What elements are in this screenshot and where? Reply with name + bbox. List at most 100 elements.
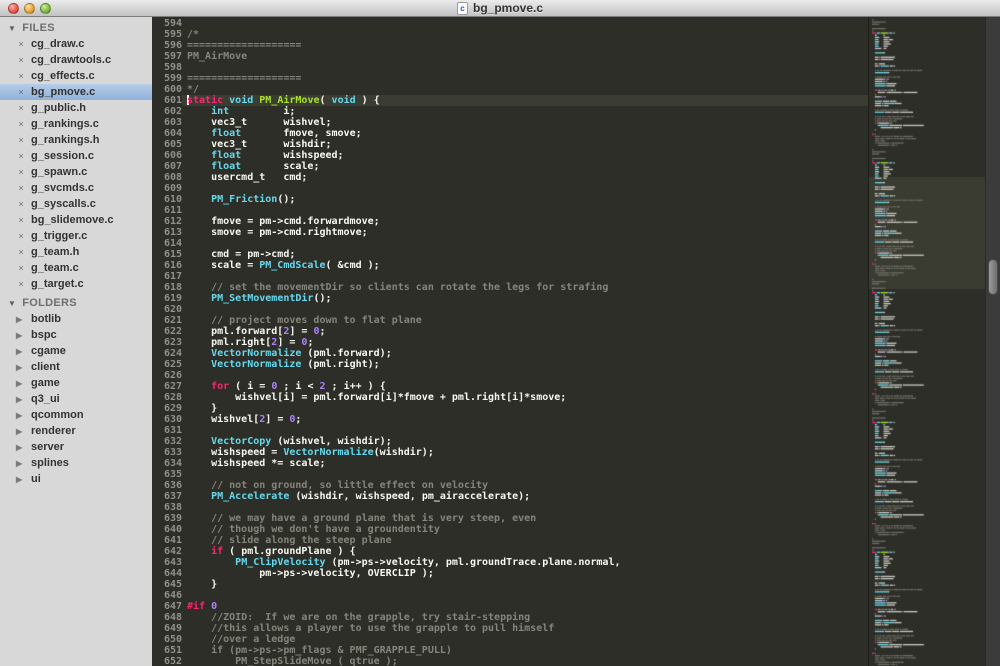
code-line[interactable]: 651 if (pm->ps->pm_flags & PMF_GRAPPLE_P… <box>152 645 868 656</box>
folders-section-header[interactable]: ▼ FOLDERS <box>0 295 152 311</box>
sidebar-file-item[interactable]: ×g_spawn.c <box>0 164 152 180</box>
sidebar-folder-item[interactable]: ▶botlib <box>0 311 152 327</box>
code-line[interactable]: 650 //over a ledge <box>152 634 868 645</box>
code-line[interactable]: 607 float scale; <box>152 161 868 172</box>
code-line[interactable]: 647#if 0 <box>152 601 868 612</box>
close-icon[interactable] <box>8 3 19 14</box>
sidebar-folder-item[interactable]: ▶server <box>0 439 152 455</box>
sidebar-file-item[interactable]: ×bg_slidemove.c <box>0 212 152 228</box>
code-line[interactable]: 644 pm->ps->velocity, OVERCLIP ); <box>152 568 868 579</box>
code-line[interactable]: 623 pml.right[2] = 0; <box>152 337 868 348</box>
code-line[interactable]: 652 PM_StepSlideMove ( qtrue ); <box>152 656 868 666</box>
sidebar-file-item[interactable]: ×g_target.c <box>0 276 152 292</box>
code-line[interactable]: 637 PM_Accelerate (wishdir, wishspeed, p… <box>152 491 868 502</box>
sidebar-folder-item[interactable]: ▶bspc <box>0 327 152 343</box>
code-line[interactable]: 601static void PM_AirMove( void ) { <box>152 95 868 106</box>
close-file-icon[interactable]: × <box>17 119 25 129</box>
sidebar-file-item[interactable]: ×g_rankings.c <box>0 116 152 132</box>
code-line[interactable]: 639 // we may have a ground plane that i… <box>152 513 868 524</box>
code-line[interactable]: 594 <box>152 18 868 29</box>
code-line[interactable]: 598 <box>152 62 868 73</box>
code-line[interactable]: 638 <box>152 502 868 513</box>
code-line[interactable]: 641 // slide along the steep plane <box>152 535 868 546</box>
code-line[interactable]: 622 pml.forward[2] = 0; <box>152 326 868 337</box>
code-line[interactable]: 643 PM_ClipVelocity (pm->ps->velocity, p… <box>152 557 868 568</box>
sidebar-file-item[interactable]: ×g_svcmds.c <box>0 180 152 196</box>
code-line[interactable]: 620 <box>152 304 868 315</box>
code-line[interactable]: 615 cmd = pm->cmd; <box>152 249 868 260</box>
sidebar-file-item[interactable]: ×cg_effects.c <box>0 68 152 84</box>
close-file-icon[interactable]: × <box>17 183 25 193</box>
code-line[interactable]: 635 <box>152 469 868 480</box>
code-line[interactable]: 632 VectorCopy (wishvel, wishdir); <box>152 436 868 447</box>
close-file-icon[interactable]: × <box>17 55 25 65</box>
code-line[interactable]: 595/* <box>152 29 868 40</box>
sidebar-folder-item[interactable]: ▶renderer <box>0 423 152 439</box>
code-line[interactable]: 605 vec3_t wishdir; <box>152 139 868 150</box>
code-line[interactable]: 612 fmove = pm->cmd.forwardmove; <box>152 216 868 227</box>
close-file-icon[interactable]: × <box>17 247 25 257</box>
sidebar-file-item[interactable]: ×g_public.h <box>0 100 152 116</box>
code-line[interactable]: 649 //this allows a player to use the gr… <box>152 623 868 634</box>
sidebar-file-item[interactable]: ×g_team.h <box>0 244 152 260</box>
code-line[interactable]: 634 wishspeed *= scale; <box>152 458 868 469</box>
sidebar-folder-item[interactable]: ▶q3_ui <box>0 391 152 407</box>
code-line[interactable]: 619 PM_SetMovementDir(); <box>152 293 868 304</box>
vertical-scrollbar-track[interactable] <box>985 17 1000 666</box>
code-line[interactable]: 645 } <box>152 579 868 590</box>
code-line[interactable]: 599=================== <box>152 73 868 84</box>
code-line[interactable]: 617 <box>152 271 868 282</box>
code-line[interactable]: 626 <box>152 370 868 381</box>
code-line[interactable]: 610 PM_Friction(); <box>152 194 868 205</box>
code-line[interactable]: 613 smove = pm->cmd.rightmove; <box>152 227 868 238</box>
sidebar-file-item[interactable]: ×g_trigger.c <box>0 228 152 244</box>
minimize-icon[interactable] <box>24 3 35 14</box>
sidebar-folder-item[interactable]: ▶splines <box>0 455 152 471</box>
code-line[interactable]: 642 if ( pml.groundPlane ) { <box>152 546 868 557</box>
code-line[interactable]: 600*/ <box>152 84 868 95</box>
code-line[interactable]: 646 <box>152 590 868 601</box>
sidebar-folder-item[interactable]: ▶ui <box>0 471 152 487</box>
sidebar-file-item[interactable]: ×cg_drawtools.c <box>0 52 152 68</box>
sidebar-folder-item[interactable]: ▶cgame <box>0 343 152 359</box>
code-line[interactable]: 602 int i; <box>152 106 868 117</box>
code-line[interactable]: 640 // though we don't have a groundenti… <box>152 524 868 535</box>
files-section-header[interactable]: ▼ FILES <box>0 20 152 36</box>
code-line[interactable]: 621 // project moves down to flat plane <box>152 315 868 326</box>
sidebar-file-item[interactable]: ×g_syscalls.c <box>0 196 152 212</box>
sidebar-file-item[interactable]: ×g_rankings.h <box>0 132 152 148</box>
close-file-icon[interactable]: × <box>17 103 25 113</box>
minimap[interactable] <box>868 17 985 666</box>
code-line[interactable]: 627 for ( i = 0 ; i < 2 ; i++ ) { <box>152 381 868 392</box>
sidebar-file-item[interactable]: ×cg_draw.c <box>0 36 152 52</box>
code-line[interactable]: 618 // set the movementDir so clients ca… <box>152 282 868 293</box>
code-line[interactable]: 596=================== <box>152 40 868 51</box>
sidebar-file-item[interactable]: ×bg_pmove.c <box>0 84 152 100</box>
code-line[interactable]: 606 float wishspeed; <box>152 150 868 161</box>
close-file-icon[interactable]: × <box>17 39 25 49</box>
code-line[interactable]: 630 wishvel[2] = 0; <box>152 414 868 425</box>
code-line[interactable]: 609 <box>152 183 868 194</box>
close-file-icon[interactable]: × <box>17 151 25 161</box>
code-line[interactable]: 636 // not on ground, so little effect o… <box>152 480 868 491</box>
code-line[interactable]: 624 VectorNormalize (pml.forward); <box>152 348 868 359</box>
close-file-icon[interactable]: × <box>17 167 25 177</box>
sidebar-file-item[interactable]: ×g_session.c <box>0 148 152 164</box>
close-file-icon[interactable]: × <box>17 87 25 97</box>
close-file-icon[interactable]: × <box>17 199 25 209</box>
code-line[interactable]: 604 float fmove, smove; <box>152 128 868 139</box>
code-line[interactable]: 628 wishvel[i] = pml.forward[i]*fmove + … <box>152 392 868 403</box>
close-file-icon[interactable]: × <box>17 231 25 241</box>
close-file-icon[interactable]: × <box>17 135 25 145</box>
zoom-icon[interactable] <box>40 3 51 14</box>
close-file-icon[interactable]: × <box>17 263 25 273</box>
code-line[interactable]: 608 usercmd_t cmd; <box>152 172 868 183</box>
code-line[interactable]: 631 <box>152 425 868 436</box>
code-line[interactable]: 611 <box>152 205 868 216</box>
vertical-scrollbar-thumb[interactable] <box>988 259 998 295</box>
close-file-icon[interactable]: × <box>17 215 25 225</box>
close-file-icon[interactable]: × <box>17 71 25 81</box>
code-line[interactable]: 597PM_AirMove <box>152 51 868 62</box>
sidebar-folder-item[interactable]: ▶qcommon <box>0 407 152 423</box>
sidebar-folder-item[interactable]: ▶game <box>0 375 152 391</box>
